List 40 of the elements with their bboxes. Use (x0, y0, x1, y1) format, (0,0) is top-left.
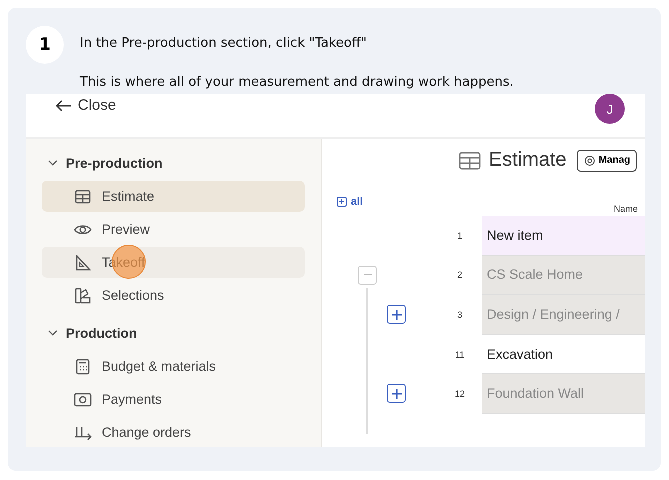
row-number: 2 (456, 270, 464, 280)
change-flow-icon (74, 426, 92, 440)
section-header[interactable]: Production (48, 321, 305, 345)
plus-icon (392, 310, 402, 320)
column-header: Name (614, 204, 638, 214)
plus-box-icon (337, 197, 347, 207)
page-title: Estimate (489, 149, 567, 172)
expand-all-link[interactable]: all (337, 196, 364, 208)
row-number: 1 (456, 230, 464, 241)
close-link[interactable]: Close (56, 97, 116, 114)
calculator-icon (74, 358, 92, 374)
banknote-icon (74, 392, 92, 406)
sidebar-item[interactable]: Payments (42, 384, 305, 415)
minus-icon (364, 274, 372, 276)
item-name-cell[interactable]: New item (482, 216, 645, 256)
sidebar-item[interactable]: Selections (42, 280, 305, 311)
sidebar-item[interactable]: Budget & materials (42, 351, 305, 382)
chevron-icon (48, 328, 58, 338)
back-arrow-icon (56, 100, 72, 112)
chevron-icon (48, 158, 58, 168)
expand-button[interactable] (387, 305, 406, 324)
manage-button[interactable]: Manag (576, 150, 638, 172)
step-description: This is where all of your measurement and drawing work happens. (80, 75, 514, 90)
step-title: In the Pre-production section, click "Takeoff" (80, 36, 368, 51)
plus-icon (392, 388, 402, 399)
sidebar-item[interactable]: Preview (42, 214, 305, 245)
row-number: 3 (456, 310, 464, 320)
section-header[interactable]: Pre-production (48, 151, 305, 175)
table-icon (459, 152, 481, 170)
swatch-icon (74, 288, 92, 304)
step-number: 1 (26, 26, 64, 64)
row-number: 12 (454, 389, 466, 400)
sidebar-item[interactable]: Change orders (42, 417, 305, 447)
eye-icon (74, 224, 92, 236)
expand-button[interactable] (387, 384, 406, 404)
table-icon (74, 190, 92, 204)
gear-icon (584, 154, 596, 166)
row-number: 11 (454, 350, 466, 360)
sidebar-item[interactable]: Estimate (42, 181, 305, 212)
user-avatar[interactable]: J (595, 94, 625, 124)
